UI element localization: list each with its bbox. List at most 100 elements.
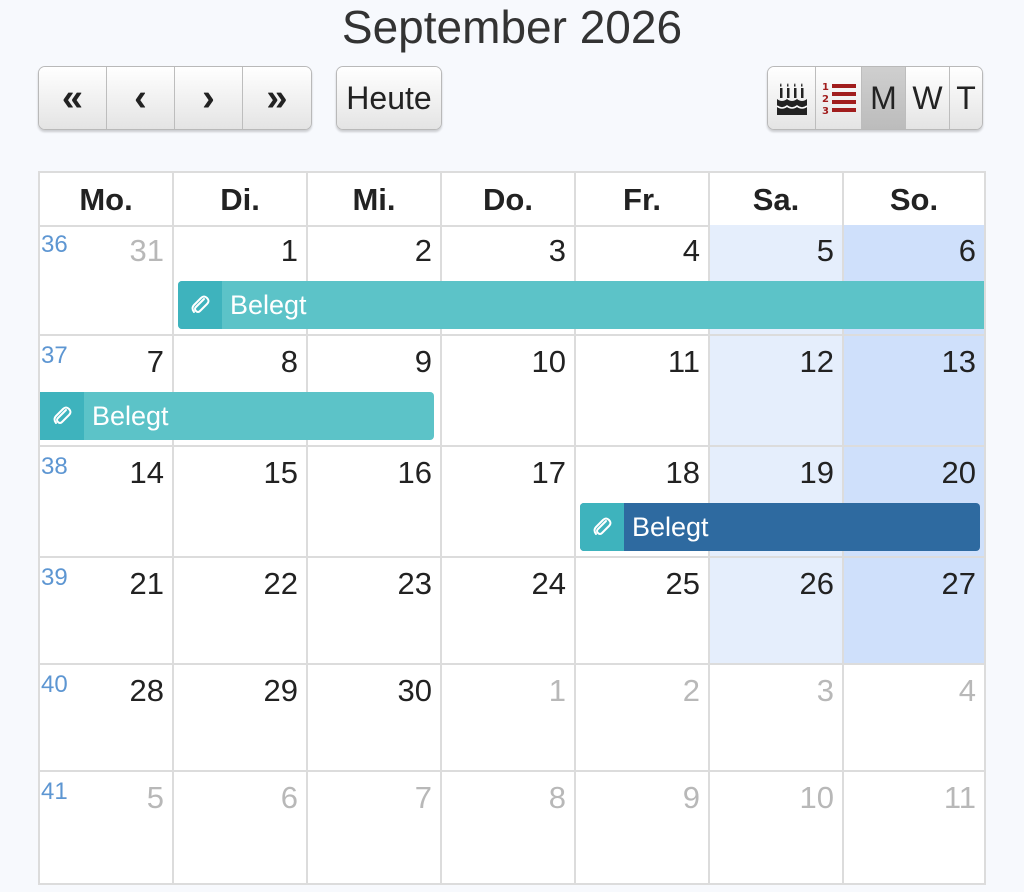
day-cell[interactable]: 1 <box>442 665 576 770</box>
weekday-header: Do. <box>442 173 576 225</box>
week-number[interactable]: 41 <box>41 778 68 806</box>
today-button[interactable]: Heute <box>337 67 441 129</box>
navigation-button-group: « ‹ › » <box>38 66 312 130</box>
day-cell[interactable]: 29 <box>174 665 308 770</box>
day-number: 21 <box>129 566 164 601</box>
day-cell[interactable]: 22 <box>174 558 308 663</box>
calendar-event[interactable]: Belegt <box>40 392 434 440</box>
day-cell[interactable]: 30 <box>308 665 442 770</box>
day-cell[interactable]: 40 28 <box>40 665 174 770</box>
day-cell[interactable]: 7 <box>308 772 442 883</box>
week-row: 37 7 8 9 10 11 12 13 Belegt <box>40 336 984 447</box>
day-cell[interactable]: 15 <box>174 447 308 556</box>
day-cell-saturday[interactable]: 26 <box>710 558 844 663</box>
week-number[interactable]: 38 <box>41 453 68 481</box>
weekday-header-row: Mo. Di. Mi. Do. Fr. Sa. So. <box>40 173 984 227</box>
day-number: 12 <box>799 344 834 379</box>
double-chevron-right-icon: » <box>266 77 288 119</box>
next-year-button[interactable]: » <box>243 67 311 129</box>
event-label: Belegt <box>230 289 307 320</box>
day-number: 29 <box>263 673 298 708</box>
day-cell[interactable]: 10 <box>442 336 576 445</box>
day-number: 7 <box>146 344 164 379</box>
week-row: 38 14 15 16 17 18 19 20 Belegt <box>40 447 984 558</box>
svg-text:2: 2 <box>822 94 829 105</box>
day-number: 5 <box>146 780 164 815</box>
paperclip-icon <box>580 503 624 551</box>
day-number: 6 <box>280 780 298 815</box>
chevron-left-icon: ‹ <box>134 77 147 119</box>
event-label: Belegt <box>632 511 709 542</box>
weekday-header: Mi. <box>308 173 442 225</box>
list-view-button[interactable]: 1 2 3 <box>816 67 862 129</box>
day-view-button[interactable]: T <box>950 67 982 129</box>
week-row: 39 21 22 23 24 25 26 27 <box>40 558 984 665</box>
day-number: 5 <box>816 233 834 268</box>
week-number[interactable]: 37 <box>41 342 68 370</box>
day-number: 14 <box>129 455 164 490</box>
week-number[interactable]: 36 <box>41 231 68 259</box>
day-number: 6 <box>958 233 976 268</box>
day-number: 10 <box>799 780 834 815</box>
day-cell[interactable]: 8 <box>442 772 576 883</box>
day-cell-sunday[interactable]: 4 <box>844 665 984 770</box>
week-number[interactable]: 40 <box>41 671 68 699</box>
day-cell[interactable]: 17 <box>442 447 576 556</box>
double-chevron-left-icon: « <box>61 77 84 119</box>
day-number: 1 <box>548 673 566 708</box>
day-cell[interactable]: 2 <box>576 665 710 770</box>
week-row: 36 31 1 2 3 4 5 6 Belegt <box>40 225 984 336</box>
birthday-view-button[interactable] <box>768 67 816 129</box>
day-number: 8 <box>548 780 566 815</box>
day-cell-sunday[interactable]: 27 <box>844 558 984 663</box>
next-month-button[interactable]: › <box>175 67 243 129</box>
day-number: 22 <box>263 566 298 601</box>
day-cell[interactable]: 6 <box>174 772 308 883</box>
calendar-event[interactable]: Belegt <box>580 503 980 551</box>
day-cell-saturday[interactable]: 12 <box>710 336 844 445</box>
weekday-header: Di. <box>174 173 308 225</box>
day-number: 16 <box>397 455 432 490</box>
paperclip-icon <box>40 392 84 440</box>
day-cell[interactable]: 36 31 <box>40 225 174 334</box>
day-number: 3 <box>816 673 834 708</box>
day-number: 13 <box>941 344 976 379</box>
weekday-header: Sa. <box>710 173 844 225</box>
day-cell[interactable]: 39 21 <box>40 558 174 663</box>
day-cell[interactable]: 23 <box>308 558 442 663</box>
today-button-group: Heute <box>336 66 442 130</box>
day-cell[interactable]: 11 <box>576 336 710 445</box>
day-cell-sunday[interactable]: 11 <box>844 772 984 883</box>
day-number: 11 <box>943 780 976 815</box>
day-cell-saturday[interactable]: 3 <box>710 665 844 770</box>
calendar-grid: Mo. Di. Mi. Do. Fr. Sa. So. 36 31 1 2 3 … <box>38 171 986 885</box>
svg-text:3: 3 <box>822 106 829 117</box>
calendar-event[interactable]: Belegt <box>178 281 984 329</box>
day-number: 31 <box>129 233 164 268</box>
day-number: 4 <box>682 233 700 268</box>
prev-month-button[interactable]: ‹ <box>107 67 175 129</box>
day-number: 2 <box>414 233 432 268</box>
weekday-header: Mo. <box>40 173 174 225</box>
prev-year-button[interactable]: « <box>39 67 107 129</box>
day-cell[interactable]: 9 <box>576 772 710 883</box>
day-cell[interactable]: 41 5 <box>40 772 174 883</box>
day-cell[interactable]: 25 <box>576 558 710 663</box>
day-number: 10 <box>531 344 566 379</box>
day-number: 30 <box>397 673 432 708</box>
month-view-button[interactable]: M <box>862 67 906 129</box>
day-cell[interactable]: 16 <box>308 447 442 556</box>
day-number: 3 <box>548 233 566 268</box>
day-number: 28 <box>129 673 164 708</box>
week-view-button[interactable]: W <box>906 67 950 129</box>
day-cell[interactable]: 38 14 <box>40 447 174 556</box>
week-number[interactable]: 39 <box>41 564 68 592</box>
day-number: 27 <box>941 566 976 601</box>
chevron-right-icon: › <box>202 77 215 119</box>
day-cell-sunday[interactable]: 13 <box>844 336 984 445</box>
day-cell[interactable]: 24 <box>442 558 576 663</box>
day-number: 9 <box>414 344 432 379</box>
numbered-list-icon: 1 2 3 <box>822 82 856 117</box>
day-cell-saturday[interactable]: 10 <box>710 772 844 883</box>
day-number: 25 <box>665 566 700 601</box>
